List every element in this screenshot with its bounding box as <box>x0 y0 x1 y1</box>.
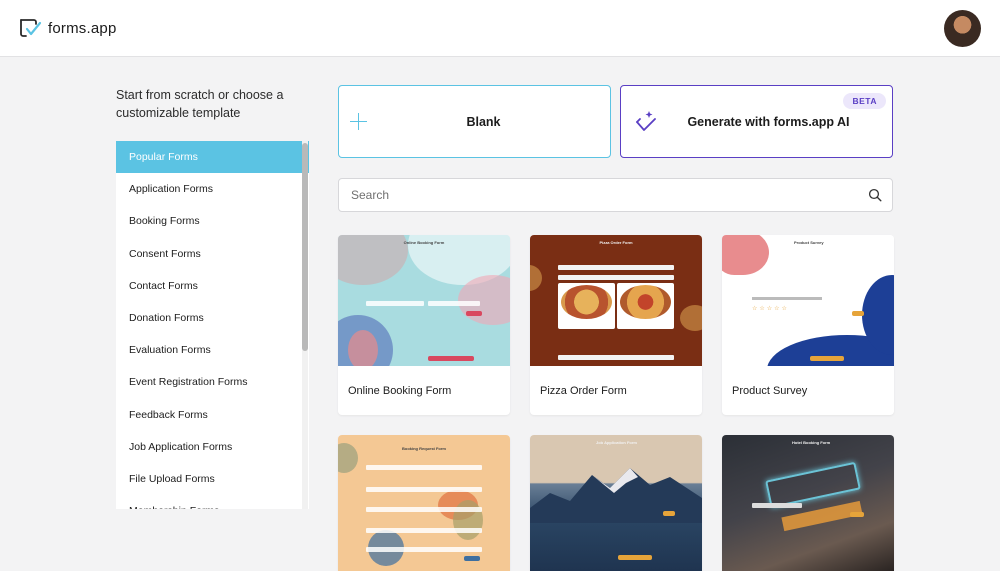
template-card-pizza-order[interactable]: Pizza Order Form Pizza Order Form <box>530 235 702 415</box>
thumbnail-title: Product Survey <box>794 240 824 245</box>
category-item-booking-forms[interactable]: Booking Forms <box>116 205 309 237</box>
blank-form-button[interactable]: Blank <box>338 85 611 158</box>
category-item-popular-forms[interactable]: Popular Forms <box>116 141 309 174</box>
category-item-application-forms[interactable]: Application Forms <box>116 173 309 205</box>
template-thumbnail: Pizza Order Form <box>530 235 702 366</box>
thumbnail-title: Job Application Form <box>596 440 637 445</box>
forms-app-logo[interactable]: forms.app <box>18 17 117 39</box>
logo-text: forms.app <box>48 19 117 37</box>
category-item-evaluation-forms[interactable]: Evaluation Forms <box>116 334 309 366</box>
sidebar-scroll-thumb[interactable] <box>302 143 308 351</box>
generate-ai-button[interactable]: Generate with forms.app AI BETA <box>620 85 893 158</box>
intro-text: Start from scratch or choose a customiza… <box>116 88 284 120</box>
category-sidebar: Popular Forms Application Forms Booking Fo… <box>116 141 309 509</box>
template-card-booking-request[interactable]: Booking Request Form <box>338 435 510 571</box>
category-item-donation-forms[interactable]: Donation Forms <box>116 302 309 334</box>
category-item-job-application-forms[interactable]: Job Application Forms <box>116 431 309 463</box>
category-list: Popular Forms Application Forms Booking Fo… <box>116 141 309 509</box>
template-thumbnail: Online Booking Form <box>338 235 510 366</box>
top-bar: forms.app <box>0 0 1000 57</box>
template-title: Pizza Order Form <box>540 385 627 397</box>
sidebar-scrollbar[interactable] <box>302 141 308 509</box>
template-title: Product Survey <box>732 385 808 397</box>
thumbnail-title: Online Booking Form <box>403 240 445 245</box>
category-item-membership-forms[interactable]: Membership Forms <box>116 495 309 509</box>
category-item-consent-forms[interactable]: Consent Forms <box>116 238 309 270</box>
category-item-feedback-forms[interactable]: Feedback Forms <box>116 399 309 431</box>
template-card-online-booking[interactable]: Online Booking Form Online Booking Form <box>338 235 510 415</box>
thumbnail-title: Hotel Booking Form <box>792 440 831 445</box>
user-avatar[interactable] <box>944 10 981 47</box>
template-card-product-survey[interactable]: Product Survey ☆☆☆☆☆ Product Survey <box>722 235 894 415</box>
thumbnail-title: Booking Request Form <box>401 446 446 451</box>
template-title: Online Booking Form <box>348 385 452 397</box>
template-card-hotel-booking[interactable]: Hotel Booking Form <box>722 435 894 571</box>
template-thumbnail: Product Survey ☆☆☆☆☆ <box>722 235 894 366</box>
thumbnail-title: Pizza Order Form <box>599 240 633 245</box>
template-search <box>338 178 893 212</box>
template-thumbnail: Job Application Form <box>530 435 702 571</box>
template-thumbnail: Booking Request Form <box>338 435 510 571</box>
category-item-event-registration-forms[interactable]: Event Registration Forms <box>116 366 309 398</box>
search-icon[interactable] <box>868 188 882 202</box>
category-item-file-upload-forms[interactable]: File Upload Forms <box>116 463 309 495</box>
beta-badge: BETA <box>843 93 886 109</box>
ai-label: Generate with forms.app AI <box>687 114 850 129</box>
search-input[interactable] <box>351 179 851 211</box>
template-thumbnail: Hotel Booking Form <box>722 435 894 571</box>
category-item-contact-forms[interactable]: Contact Forms <box>116 270 309 302</box>
blank-label: Blank <box>466 114 501 129</box>
logo-icon <box>20 19 42 37</box>
template-card-job-application[interactable]: Job Application Form <box>530 435 702 571</box>
